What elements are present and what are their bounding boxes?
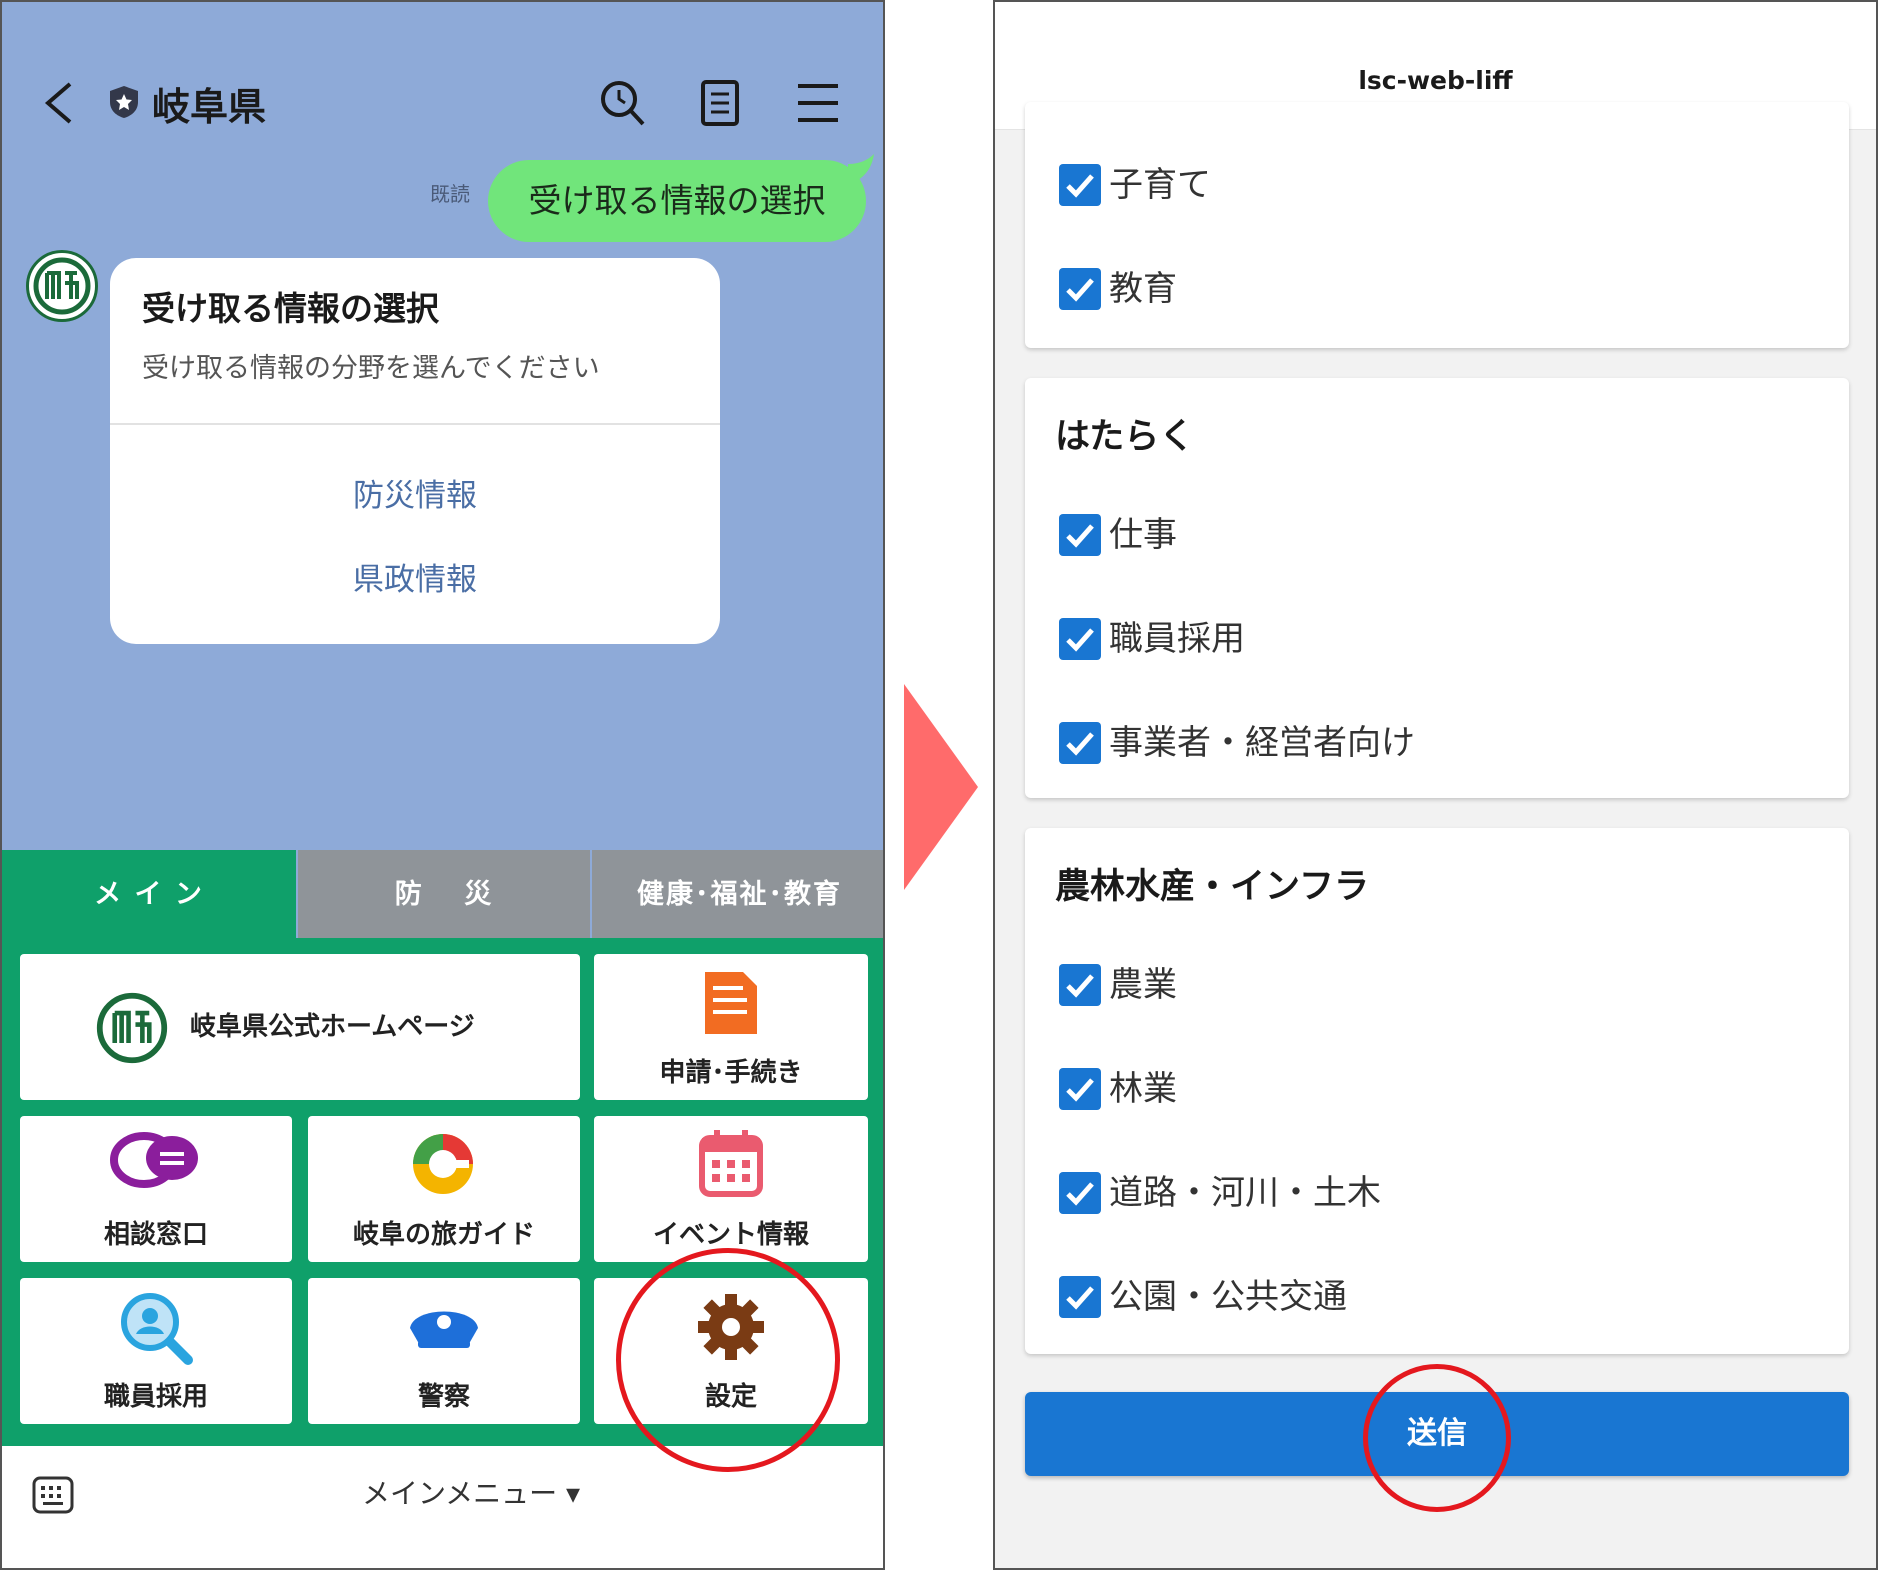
checkmark-icon (1066, 524, 1094, 548)
menu-icon[interactable] (794, 78, 842, 128)
checkmark-icon (1066, 174, 1094, 198)
checkbox[interactable] (1059, 514, 1101, 556)
checkmark-icon (1066, 628, 1094, 652)
user-message-bubble: 受け取る情報の選択 (488, 160, 866, 242)
line-chat-screen: 岐阜県 既読 受け取る情報の選択 受け取る情報の選択 受け取る情報の分野を選んで… (0, 0, 885, 1570)
checkbox[interactable] (1059, 1068, 1101, 1110)
police-tile[interactable]: 警察 (308, 1278, 580, 1424)
notes-icon[interactable] (696, 78, 744, 128)
recruit-tile[interactable]: 職員採用 (20, 1278, 292, 1424)
event-tile[interactable]: イベント情報 (594, 1116, 868, 1262)
tab-main[interactable]: メ イ ン (2, 850, 296, 940)
card-title: 受け取る情報の選択 (142, 289, 439, 328)
checkmark-icon (1066, 1286, 1094, 1310)
panel-title: はたらく (1055, 417, 1195, 457)
checkbox-label: 職員採用 (1109, 619, 1245, 659)
police-label: 警察 (417, 1382, 470, 1412)
person-search-icon (121, 1293, 193, 1365)
application-tile[interactable]: 申請･手続き (594, 954, 868, 1100)
category-panel-work: はたらく 仕事 職員採用 事業者・経営者向け (1025, 378, 1849, 798)
gifu-travel-logo-icon (413, 1134, 473, 1194)
submit-highlight-circle (1363, 1364, 1511, 1512)
category-panel-agriculture: 農林水産・インフラ 農業 林業 道路・河川・土木 公園・公共交通 (1025, 828, 1849, 1354)
card-subtitle: 受け取る情報の分野を選んでください (142, 353, 600, 384)
checkbox-label: 林業 (1109, 1069, 1177, 1109)
checkbox-label: 公園・公共交通 (1109, 1277, 1347, 1317)
travel-tile[interactable]: 岐阜の旅ガイド (308, 1116, 580, 1262)
settings-highlight-circle (616, 1248, 840, 1472)
travel-label: 岐阜の旅ガイド (352, 1220, 535, 1250)
homepage-label: 岐阜県公式ホームページ (190, 1012, 475, 1042)
flex-message-card: 受け取る情報の選択 受け取る情報の分野を選んでください 防災情報 県政情報 (110, 258, 720, 644)
gifu-logo-icon (96, 992, 168, 1064)
chat-header: 岐阜県 (2, 2, 883, 152)
consult-tile[interactable]: 相談窓口 (20, 1116, 292, 1262)
search-icon[interactable] (598, 78, 646, 128)
tab-disaster[interactable]: 防 災 (298, 850, 590, 940)
disaster-info-button[interactable]: 防災情報 (110, 470, 720, 515)
checkmark-icon (1066, 1182, 1094, 1206)
checkmark-icon (1066, 974, 1094, 998)
gifu-logo-avatar (26, 250, 98, 322)
next-step-arrow-icon (904, 684, 978, 890)
checkbox[interactable] (1059, 618, 1101, 660)
tab-health[interactable]: 健康･福祉･教育 (592, 850, 883, 940)
checkmark-icon (1066, 1078, 1094, 1102)
application-label: 申請･手続き (659, 1058, 803, 1088)
liff-settings-screen: lsc-web-liff 子育て 教育 はたらく 仕事 職員採用 事業者・経営者… (993, 0, 1878, 1570)
main-menu-toggle[interactable]: メインメニュー ▾ (362, 1472, 580, 1512)
document-icon (705, 972, 757, 1034)
richmenu-tabs: メ イ ン 防 災 健康･福祉･教育 (2, 850, 883, 940)
checkbox-label: 農業 (1109, 965, 1177, 1005)
keyboard-icon[interactable] (32, 1476, 74, 1514)
checkbox[interactable] (1059, 268, 1101, 310)
event-label: イベント情報 (652, 1220, 809, 1250)
checkbox[interactable] (1059, 1276, 1101, 1318)
shield-icon (110, 86, 138, 118)
app-title: lsc-web-liff (1358, 66, 1513, 95)
homepage-tile[interactable]: 岐阜県公式ホームページ (20, 954, 580, 1100)
read-receipt: 既読 (430, 182, 470, 206)
checkbox[interactable] (1059, 722, 1101, 764)
back-icon[interactable] (42, 80, 76, 126)
chat-title: 岐阜県 (152, 85, 267, 129)
checkbox-label: 道路・河川・土木 (1109, 1173, 1381, 1213)
panel-title: 農林水産・インフラ (1055, 867, 1369, 907)
prefecture-info-button[interactable]: 県政情報 (110, 554, 720, 599)
gifu-logo-icon (33, 257, 91, 315)
calendar-icon (699, 1130, 763, 1197)
checkbox-label: 仕事 (1109, 515, 1177, 555)
category-panel-childcare: 子育て 教育 (1025, 102, 1849, 348)
checkbox[interactable] (1059, 964, 1101, 1006)
checkbox[interactable] (1059, 164, 1101, 206)
checkbox-label: 教育 (1109, 269, 1177, 309)
checkbox[interactable] (1059, 1172, 1101, 1214)
recruit-label: 職員採用 (103, 1382, 208, 1412)
police-cap-icon (410, 1311, 478, 1348)
chat-bubble-icon (110, 1132, 198, 1188)
checkbox-label: 子育て (1109, 165, 1211, 205)
checkmark-icon (1066, 732, 1094, 756)
consult-label: 相談窓口 (103, 1220, 208, 1250)
checkbox-label: 事業者・経営者向け (1109, 723, 1415, 763)
checkmark-icon (1066, 278, 1094, 302)
card-divider (110, 423, 720, 425)
